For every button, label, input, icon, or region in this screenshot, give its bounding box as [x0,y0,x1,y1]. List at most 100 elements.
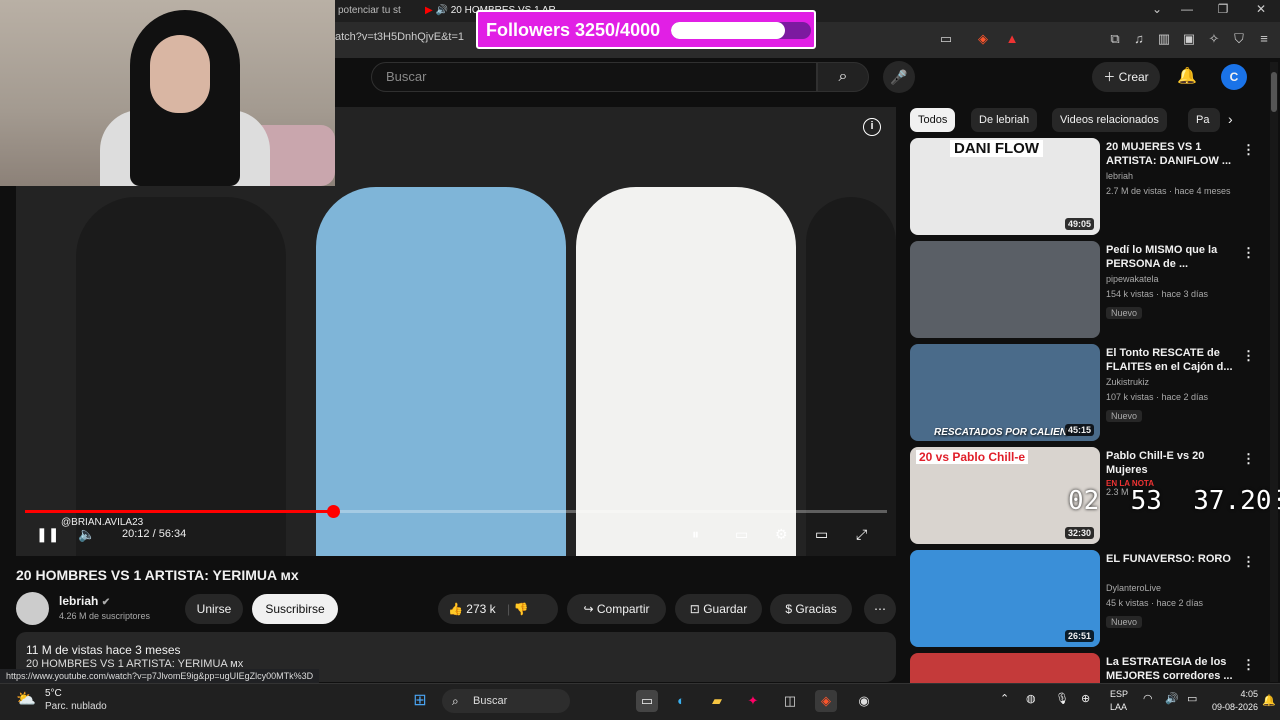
theater-icon[interactable]: ▭ [815,526,828,543]
share-button[interactable]: ↪ Compartir [567,594,666,624]
recommendation-title[interactable]: 20 MUJERES VS 1 ARTISTA: DANIFLOW ... [1106,140,1241,168]
vpn-icon[interactable]: ⛉ [1231,31,1247,47]
tray-icon[interactable]: ◍ [1026,692,1036,705]
recommendation-item[interactable]: RESCATADOS POR CALIEN 45:15 El Tonto RESCA… [910,344,1260,442]
maximize-icon[interactable]: ❐ [1214,2,1232,16]
chevron-up-icon[interactable]: ⌃ [1000,692,1009,705]
menu-icon[interactable]: ≡ [1256,31,1272,47]
mic-button[interactable]: 🎤 [883,61,915,93]
weather-desc[interactable]: Parc. nublado [45,701,107,712]
create-button[interactable]: ＋ Crear [1092,62,1160,92]
recommendation-title[interactable]: EL FUNAVERSO: RORO [1106,552,1241,566]
browser-tab[interactable]: potenciar tu st [338,2,408,20]
more-vert-icon[interactable]: ⋮ [1242,142,1255,158]
recommendation-item[interactable]: 26:51 EL FUNAVERSO: RORO DylanteroLive 45 k… [910,550,1260,648]
wifi-icon[interactable]: ◠ [1143,692,1153,705]
recommendation-item[interactable]: DANI FLOW 49:05 20 MUJERES VS 1 ARTISTA: D… [910,138,1260,236]
brave-rewards-icon[interactable]: ▲ [1004,31,1020,47]
chip-more[interactable]: Pa [1188,108,1220,132]
store-icon[interactable]: ◫ [779,690,801,712]
avatar[interactable]: C [1221,64,1247,90]
search-input[interactable] [371,62,817,92]
video-thumbnail[interactable]: DANI FLOW 49:05 [910,138,1100,235]
language-code[interactable]: ESP [1110,689,1128,699]
obs-icon[interactable]: ◉ [853,690,875,712]
chip-related[interactable]: Videos relacionados [1052,108,1167,132]
more-vert-icon[interactable]: ⋮ [1242,657,1255,673]
mic-tray-icon[interactable]: 🎙 [1055,692,1069,705]
scrollbar-thumb[interactable] [1271,72,1277,112]
more-actions-icon[interactable]: ⋯ [864,594,896,624]
pause-icon[interactable]: ❚❚ [36,526,59,543]
video-thumbnail[interactable]: RESCATADOS POR CALIEN 45:15 [910,344,1100,441]
chevron-right-icon[interactable]: › [1228,111,1233,127]
cast-icon[interactable]: ▭ [938,31,954,47]
brave-icon[interactable]: ◈ [815,690,837,712]
brave-shield-icon[interactable]: ◈ [975,31,991,47]
like-button[interactable]: 👍 273 k | 👎 [438,594,558,624]
sidebar-icon[interactable]: ▥ [1156,31,1172,47]
more-vert-icon[interactable]: ⋮ [1242,554,1255,570]
clock-time[interactable]: 4:05 [1218,689,1258,699]
recommendation-channel[interactable]: Zukistrukiz [1106,377,1149,387]
copilot-icon[interactable]: ✦ [742,690,764,712]
recommendation-channel[interactable]: lebriah [1106,171,1133,181]
recommendation-title[interactable]: Pedí lo MISMO que la PERSONA de ... [1106,243,1241,271]
file-explorer-icon[interactable]: ▰ [706,690,728,712]
url-field[interactable]: atch?v=t3H5DnhQjvE&t=1 [335,31,464,43]
video-frame-person [316,187,566,556]
weather-icon[interactable]: ⛅ [16,689,36,709]
subscribe-button[interactable]: Suscribirse [252,594,338,624]
video-thumbnail[interactable]: VENDO 6 [910,653,1100,683]
bell-icon[interactable]: 🔔 [1177,66,1197,86]
progress-scrubber[interactable] [326,505,340,518]
weather-temp[interactable]: 5°C [45,688,62,699]
scrollbar[interactable] [1270,62,1278,682]
edge-icon[interactable]: ◐ [670,690,692,712]
more-vert-icon[interactable]: ⋮ [1242,348,1255,364]
battery-icon[interactable]: ▭ [1187,692,1197,705]
ai-icon[interactable]: ✧ [1206,31,1222,47]
music-icon[interactable]: ♫ [1131,31,1147,47]
video-frame-person [806,197,896,556]
subtitles-icon[interactable]: ▭ [735,526,748,543]
notification-icon[interactable]: 🔔 [1262,694,1276,707]
recommendation-item[interactable]: VENDO 6La ESTRATEGIA de los MEJORES corr… [910,653,1260,683]
join-button[interactable]: Unirse [185,594,243,624]
speaker-icon[interactable]: 🔊 [1165,692,1179,705]
more-vert-icon[interactable]: ⋮ [1242,245,1255,261]
channel-name[interactable]: lebriah ✔ [59,594,110,608]
start-icon[interactable]: ⊞ [409,690,431,712]
search-button[interactable]: ⌕ [817,62,869,92]
clock-date[interactable]: 09-08-2026 [1212,702,1258,712]
recommendation-title[interactable]: Pablo Chill-E vs 20 Mujeres [1106,449,1241,477]
tray-icon-2[interactable]: ⊕ [1081,692,1090,705]
more-vert-icon[interactable]: ⋮ [1242,451,1255,467]
recommendation-title[interactable]: El Tonto RESCATE de FLAITES en el Cajón … [1106,346,1241,374]
keyboard-layout[interactable]: LAA [1110,702,1127,712]
video-thumbnail[interactable] [910,241,1100,338]
wallet-icon[interactable]: ▣ [1181,31,1197,47]
info-icon[interactable]: i [863,118,881,136]
video-thumbnail[interactable]: 26:51 [910,550,1100,647]
recommendation-title[interactable]: La ESTRATEGIA de los MEJORES corredores … [1106,655,1241,683]
settings-icon[interactable]: ⚙ [775,526,788,543]
fullscreen-icon[interactable]: ⤢ [856,526,867,543]
tab-search-icon[interactable]: ⌄ [1148,2,1166,16]
close-icon[interactable]: ✕ [1252,2,1270,16]
recommendation-channel[interactable]: DylanteroLive [1106,583,1161,593]
save-button[interactable]: ⊡ Guardar [675,594,762,624]
channel-avatar[interactable] [16,592,49,625]
recommendation-channel[interactable]: pipewakatela [1106,274,1159,284]
autoplay-icon[interactable]: ⏸ [692,526,699,543]
task-view-icon[interactable]: ▭ [636,690,658,712]
minimize-icon[interactable]: — [1178,2,1196,16]
progress-bar[interactable] [25,505,887,518]
thumbs-down-icon[interactable]: 👎 [513,602,528,616]
recommendation-item[interactable]: Pedí lo MISMO que la PERSONA de ... pipew… [910,241,1260,339]
extensions-icon[interactable]: ⧉ [1107,31,1123,47]
chip-de-lebriah[interactable]: De lebriah [971,108,1038,132]
volume-icon[interactable]: 🔈 [78,526,95,543]
thanks-button[interactable]: $ Gracias [770,594,852,624]
chip-todos[interactable]: Todos [910,108,956,132]
